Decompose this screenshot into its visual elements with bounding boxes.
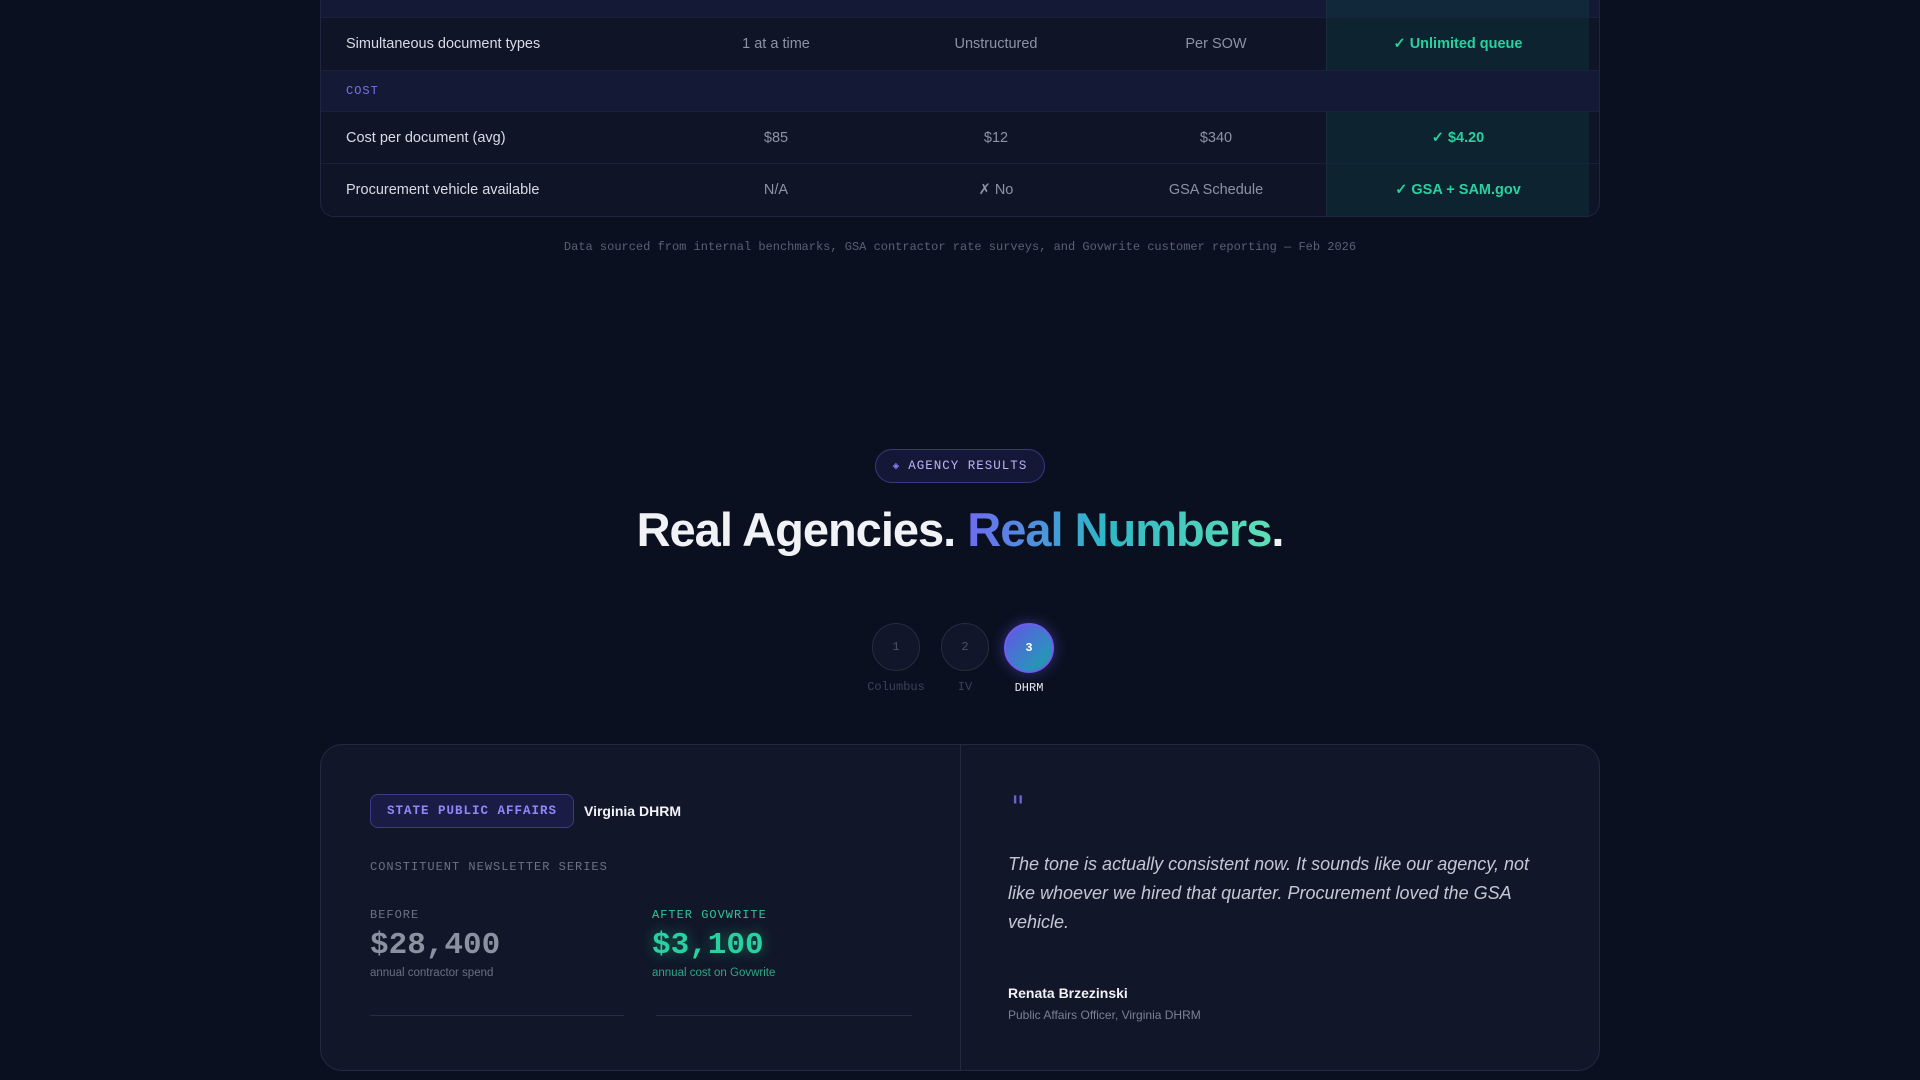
after-note: annual cost on Govwrite: [652, 967, 776, 979]
testimonial-quote: The tone is actually consistent now. It …: [1008, 854, 1529, 932]
headline-plain: Real Agencies.: [636, 503, 968, 556]
comparison-table: Simultaneous document types 1 at a time …: [320, 0, 1600, 217]
table-row: Cost per document (avg) $85 $12 $340 ✓ $…: [321, 112, 1599, 164]
table-row: Procurement vehicle available N/A ✗ No G…: [321, 164, 1599, 216]
cell-in-house: N/A: [763, 182, 789, 198]
step-label: Columbus: [867, 680, 925, 694]
sector-badge: STATE PUBLIC AFFAIRS: [370, 794, 575, 828]
row-label: Simultaneous document types: [346, 36, 541, 52]
after-value: $3,100: [652, 928, 764, 963]
table-row: [321, 0, 1599, 18]
step-dhrm[interactable]: 3 DHRM: [999, 623, 1059, 695]
row-label: Procurement vehicle available: [346, 182, 540, 198]
card-divider: [960, 745, 961, 1070]
step-columbus[interactable]: 1 Columbus: [866, 623, 926, 694]
before-bar-line: [370, 1015, 624, 1016]
section-pill: ◈ AGENCY RESULTS: [875, 449, 1045, 483]
row-label: Cost per document (avg): [346, 129, 506, 146]
before-note: annual contractor spend: [370, 967, 494, 979]
testimonial-author: Renata Brzezinski: [1008, 985, 1128, 1001]
cell-freelancer: $12: [983, 129, 1009, 146]
section-headline: Real Agencies. Real Numbers.: [0, 502, 1920, 557]
cell-agency: $340: [1199, 129, 1233, 146]
cell-freelancer: Unstructured: [954, 36, 1038, 52]
before-label: BEFORE: [370, 908, 420, 922]
cell-govwrite: ✓ Unlimited queue: [1326, 18, 1589, 70]
case-study-card: STATE PUBLIC AFFAIRS Virginia DHRM CONST…: [320, 744, 1600, 1071]
step-label: DHRM: [1014, 681, 1044, 695]
testimonial-role: Public Affairs Officer, Virginia DHRM: [1008, 1008, 1201, 1022]
quote-icon: ": [1011, 790, 1025, 825]
cell-freelancer: ✗ No: [978, 182, 1014, 198]
pill-label: AGENCY RESULTS: [908, 459, 1028, 473]
page: Simultaneous document types 1 at a time …: [0, 0, 1920, 1080]
table-footnote: Data sourced from internal benchmarks, G…: [563, 240, 1357, 254]
step-label: IV: [957, 680, 973, 694]
before-value: $28,400: [370, 928, 501, 963]
cell-govwrite: ✓ $4.20: [1326, 112, 1589, 163]
cell-govwrite: ✓ GSA + SAM.gov: [1326, 164, 1589, 216]
step-iv[interactable]: 2 IV: [935, 623, 995, 694]
cell-agency: GSA Schedule: [1168, 182, 1264, 198]
project-series: CONSTITUENT NEWSLETTER SERIES: [370, 860, 608, 874]
headline-accent: Real Numbers: [967, 503, 1272, 556]
headline-end: .: [1271, 503, 1284, 556]
table-row: Simultaneous document types 1 at a time …: [321, 18, 1599, 71]
cell-agency: Per SOW: [1185, 36, 1247, 52]
agency-name: Virginia DHRM: [584, 803, 681, 819]
category-row: COST: [321, 71, 1599, 112]
step-number: 3: [1004, 623, 1054, 673]
after-label: AFTER GOVWRITE: [652, 908, 767, 922]
category-label: COST: [346, 84, 379, 98]
after-metric: AFTER GOVWRITE $3,100 annual cost on Gov…: [652, 908, 902, 979]
cell-in-house: 1 at a time: [742, 36, 810, 52]
before-metric: BEFORE $28,400 annual contractor spend: [370, 908, 620, 979]
cell-in-house: $85: [763, 129, 789, 146]
step-number: 1: [872, 623, 920, 671]
step-number: 2: [941, 623, 989, 671]
after-bar-line: [656, 1015, 912, 1016]
diamond-icon: ◈: [892, 461, 901, 473]
